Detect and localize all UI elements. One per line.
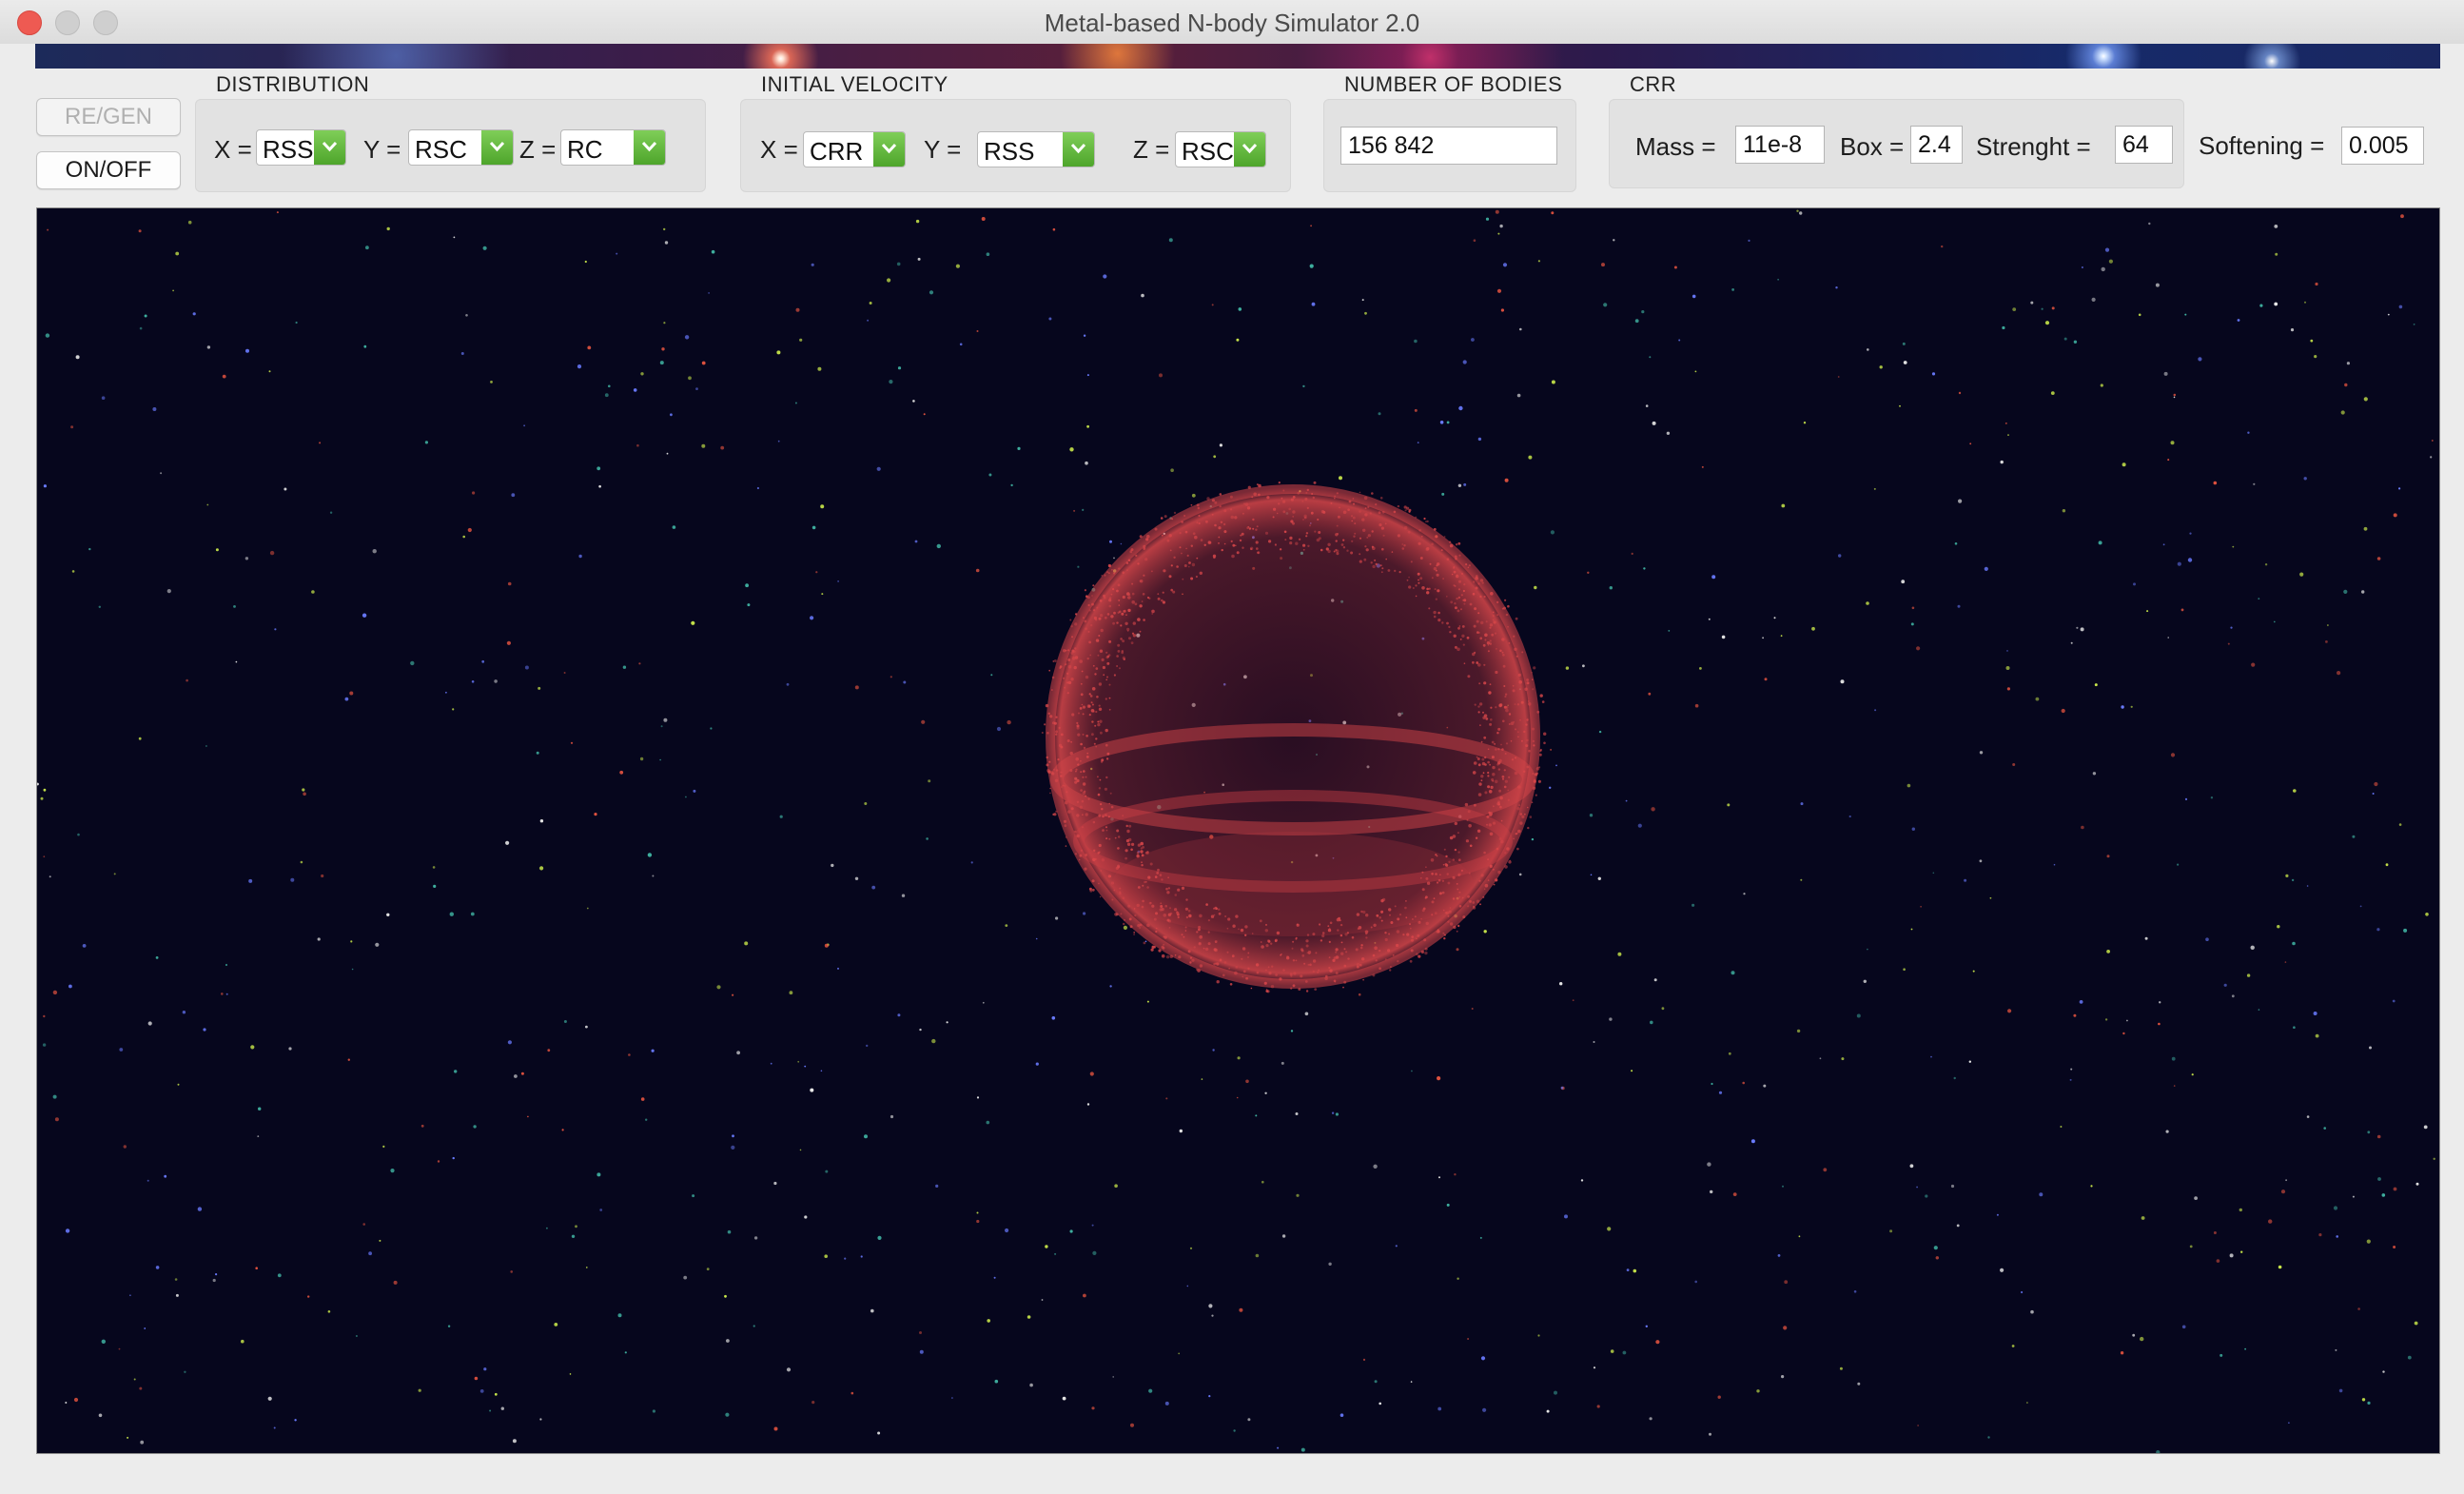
mass-input[interactable]: 11e-8 — [1735, 126, 1825, 164]
chevron-down-icon — [634, 130, 665, 165]
distribution-z-value: RC — [567, 135, 603, 164]
header-banner-image — [35, 44, 2440, 69]
particle-render — [37, 209, 2435, 1453]
distribution-y-select[interactable]: RSC — [408, 129, 514, 166]
box-input[interactable]: 2.4 — [1910, 126, 1963, 164]
distribution-z-label: Z = — [519, 135, 557, 164]
crr-group: Mass = 11e-8 Box = 2.4 Strenght = 64 — [1609, 99, 2184, 188]
box-label: Box = — [1840, 132, 1905, 161]
velocity-y-label: Y = — [924, 135, 962, 164]
initial-velocity-group: X = CRR Y = RSS Z = RSC — [740, 99, 1291, 192]
chevron-down-icon — [481, 130, 513, 165]
chevron-down-icon — [873, 132, 905, 167]
strength-input[interactable]: 64 — [2115, 126, 2173, 164]
window-title: Metal-based N-body Simulator 2.0 — [1044, 9, 1420, 37]
velocity-x-value: CRR — [810, 137, 864, 166]
app-window: Metal-based N-body Simulator 2.0 RE/GEN … — [0, 0, 2464, 1494]
title-bar: Metal-based N-body Simulator 2.0 — [0, 0, 2464, 44]
velocity-z-label: Z = — [1133, 135, 1170, 164]
softening-input[interactable]: 0.005 — [2341, 127, 2424, 165]
number-of-bodies-input[interactable]: 156 842 — [1340, 127, 1557, 165]
velocity-x-label: X = — [760, 135, 798, 164]
distribution-x-label: X = — [214, 135, 252, 164]
velocity-z-value: RSC — [1182, 137, 1234, 166]
velocity-x-select[interactable]: CRR — [803, 131, 906, 167]
regen-button[interactable]: RE/GEN — [36, 98, 181, 136]
velocity-y-value: RSS — [984, 137, 1035, 166]
chevron-down-icon — [314, 130, 345, 165]
distribution-x-value: RSS — [263, 135, 314, 164]
distribution-group-label: DISTRIBUTION — [216, 72, 370, 96]
velocity-y-select[interactable]: RSS — [977, 131, 1095, 167]
distribution-x-select[interactable]: RSS — [256, 129, 346, 166]
crr-group-label: CRR — [1630, 72, 1677, 96]
chevron-down-icon — [1063, 132, 1094, 167]
distribution-z-select[interactable]: RC — [560, 129, 666, 166]
chevron-down-icon — [1234, 132, 1265, 167]
strength-label: Strenght = — [1976, 132, 2091, 161]
on-off-button[interactable]: ON/OFF — [36, 151, 181, 189]
distribution-group: X = RSS Y = RSC Z = RC — [195, 99, 706, 192]
velocity-z-select[interactable]: RSC — [1175, 131, 1266, 167]
distribution-y-value: RSC — [415, 135, 467, 164]
particle-sphere — [1041, 481, 1547, 993]
softening-label: Softening = — [2199, 131, 2325, 160]
initial-velocity-group-label: INITIAL VELOCITY — [761, 72, 948, 96]
mass-label: Mass = — [1635, 132, 1716, 161]
bodies-group-label: NUMBER OF BODIES — [1344, 72, 1563, 96]
simulation-viewport[interactable] — [36, 207, 2440, 1454]
distribution-y-label: Y = — [363, 135, 401, 164]
bodies-group: 156 842 — [1323, 99, 1576, 192]
